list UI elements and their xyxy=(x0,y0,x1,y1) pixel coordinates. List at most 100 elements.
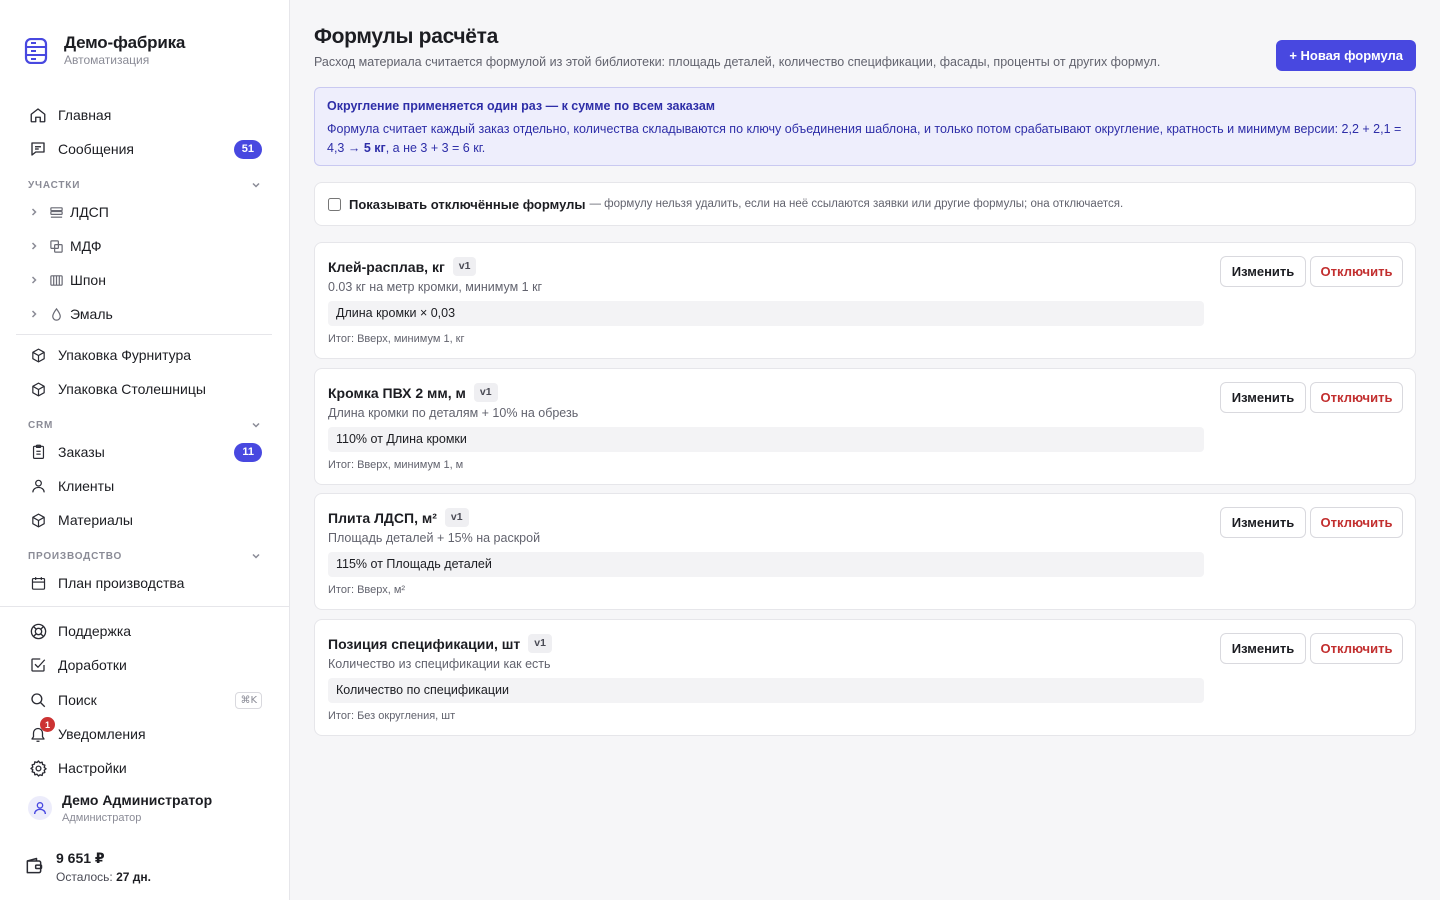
show-disabled-label[interactable]: Показывать отключённые формулы xyxy=(349,197,585,212)
formula-name: Плита ЛДСП, м² xyxy=(328,509,437,526)
user-role: Администратор xyxy=(62,812,142,824)
home-icon xyxy=(28,105,48,125)
user-name: Демо Администратор xyxy=(62,792,213,808)
formula-version-badge: v1 xyxy=(452,257,477,276)
info-title: Округление применяется один раз — к сумм… xyxy=(327,99,716,113)
section-title: CRM xyxy=(28,419,54,431)
brand-subtitle: Автоматизация xyxy=(64,53,150,67)
sidebar-item-ldsp[interactable]: ЛДСП xyxy=(28,200,262,224)
brand[interactable]: Демо-фабрика Автоматизация xyxy=(24,34,185,67)
user-text: Демо Администратор Администратор xyxy=(62,792,212,824)
search-icon xyxy=(28,690,48,710)
sidebar-item-label: Упаковка Фурнитура xyxy=(58,347,192,363)
formula-card: Позиция спецификации, шт v1 Количество и… xyxy=(314,619,1416,736)
chevron-down-icon xyxy=(252,422,260,428)
section-title: УЧАСТКИ xyxy=(28,179,81,191)
formula-header: Плита ЛДСП, м² v1 xyxy=(328,508,469,527)
sidebar-item-messages[interactable]: Сообщения 51 xyxy=(28,137,262,161)
wallet-remaining-label: Осталось: xyxy=(56,870,113,884)
formula-header: Кромка ПВХ 2 мм, м v1 xyxy=(328,383,498,402)
formula-result: Итог: Без округления, шт xyxy=(328,710,456,722)
orders-count-badge: 11 xyxy=(234,442,262,462)
sidebar-item-home[interactable]: Главная xyxy=(28,103,262,127)
formula-header: Позиция спецификации, шт v1 xyxy=(328,634,552,653)
avatar xyxy=(28,796,52,820)
section-crm[interactable]: CRM xyxy=(28,418,262,432)
wallet-amount: 9 651 ₽ xyxy=(56,850,105,866)
chevron-right-icon xyxy=(31,208,37,216)
sidebar-item-production-plan[interactable]: План производства xyxy=(28,571,262,595)
rounding-info-banner: Округление применяется один раз — к сумм… xyxy=(314,87,1416,166)
sidebar-item-materials[interactable]: Материалы xyxy=(28,508,262,532)
section-production[interactable]: ПРОИЗВОДСТВО xyxy=(28,549,262,563)
clipboard-icon xyxy=(28,442,48,462)
sidebar-item-packaging-hardware[interactable]: Упаковка Фурнитура xyxy=(28,343,262,367)
sidebar-item-label: Сообщения xyxy=(58,141,134,157)
wallet[interactable]: 9 651 ₽ Осталось: 27 дн. xyxy=(24,850,151,884)
info-body-text: Формула считает каждый заказ отдельно, к… xyxy=(327,122,1402,155)
bell-icon: 1 xyxy=(28,717,55,744)
sidebar-item-mdf[interactable]: МДФ xyxy=(28,234,262,258)
sidebar-item-settings[interactable]: Настройки xyxy=(28,756,262,780)
disable-formula-button[interactable]: Отключить xyxy=(1310,633,1403,664)
user-profile[interactable]: Демо Администратор Администратор xyxy=(28,792,212,824)
disable-formula-button[interactable]: Отключить xyxy=(1310,256,1403,287)
sidebar-item-label: ЛДСП xyxy=(70,204,109,220)
copy-icon xyxy=(48,238,64,254)
formula-version-badge: v1 xyxy=(528,634,552,653)
formula-name: Позиция спецификации, шт xyxy=(328,635,521,652)
formula-description: Площадь деталей + 15% на раскрой xyxy=(328,531,541,545)
edit-formula-button[interactable]: Изменить xyxy=(1220,633,1306,664)
formula-result: Итог: Вверх, минимум 1, кг xyxy=(328,333,465,345)
box-icon xyxy=(28,379,48,399)
formula-version-badge: v1 xyxy=(473,383,498,402)
brand-text: Демо-фабрика Автоматизация xyxy=(64,33,186,68)
sidebar-item-search[interactable]: Поиск ⌘K xyxy=(28,688,262,712)
server-stack-icon xyxy=(24,38,48,64)
formula-card: Плита ЛДСП, м² v1 Площадь деталей + 15% … xyxy=(314,493,1416,610)
sidebar-item-label: Доработки xyxy=(58,657,127,673)
sidebar-item-label: Поддержка xyxy=(58,623,132,639)
box-icon xyxy=(28,510,48,530)
formula-version-badge: v1 xyxy=(444,508,469,527)
sidebar-item-orders[interactable]: Заказы 11 xyxy=(28,440,262,464)
sidebar-item-improvements[interactable]: Доработки xyxy=(28,653,262,677)
edit-formula-button[interactable]: Изменить xyxy=(1220,382,1306,413)
edit-formula-button[interactable]: Изменить xyxy=(1220,256,1306,287)
sidebar-item-clients[interactable]: Клиенты xyxy=(28,474,262,498)
disable-formula-button[interactable]: Отключить xyxy=(1310,382,1403,413)
sidebar-item-enamel[interactable]: Эмаль xyxy=(28,302,262,326)
sidebar-item-notifications[interactable]: 1 Уведомления xyxy=(28,717,262,746)
sidebar-item-label: Материалы xyxy=(58,512,133,528)
section-workshops[interactable]: УЧАСТКИ xyxy=(28,178,262,192)
sidebar-item-label: Уведомления xyxy=(58,726,146,742)
formula-description: Количество из спецификации как есть xyxy=(328,657,551,671)
show-disabled-checkbox[interactable] xyxy=(328,197,341,211)
chevron-right-icon xyxy=(31,276,37,284)
info-body-text: , а не 3 + 3 = 6 кг. xyxy=(385,141,486,155)
drop-icon xyxy=(48,306,64,322)
gear-icon xyxy=(28,758,48,778)
message-icon xyxy=(28,139,48,159)
new-formula-button[interactable]: + Новая формула xyxy=(1276,40,1416,71)
sidebar-item-support[interactable]: Поддержка xyxy=(28,619,262,643)
edit-formula-button[interactable]: Изменить xyxy=(1220,507,1306,538)
sidebar-item-veneer[interactable]: Шпон xyxy=(28,268,262,292)
lifebuoy-icon xyxy=(28,621,48,641)
chevron-down-icon xyxy=(252,553,260,559)
sidebar-item-packaging-countertops[interactable]: Упаковка Столешницы xyxy=(28,377,262,401)
brand-name: Демо-фабрика xyxy=(64,33,186,52)
disable-formula-button[interactable]: Отключить xyxy=(1310,507,1403,538)
calendar-icon xyxy=(28,573,48,593)
check-square-icon xyxy=(28,655,48,675)
veneer-icon xyxy=(48,272,64,288)
formula-expression: 115% от Площадь деталей xyxy=(328,552,1204,577)
sidebar-item-label: Поиск xyxy=(58,692,97,708)
formula-result: Итог: Вверх, м² xyxy=(328,584,406,596)
formula-name: Клей-расплав, кг xyxy=(328,258,445,275)
sidebar-divider xyxy=(16,334,272,335)
wallet-remaining-value: 27 дн. xyxy=(116,870,151,884)
chevron-right-icon xyxy=(31,310,37,318)
sidebar-item-label: Главная xyxy=(58,107,112,123)
search-shortcut: ⌘K xyxy=(235,691,262,709)
